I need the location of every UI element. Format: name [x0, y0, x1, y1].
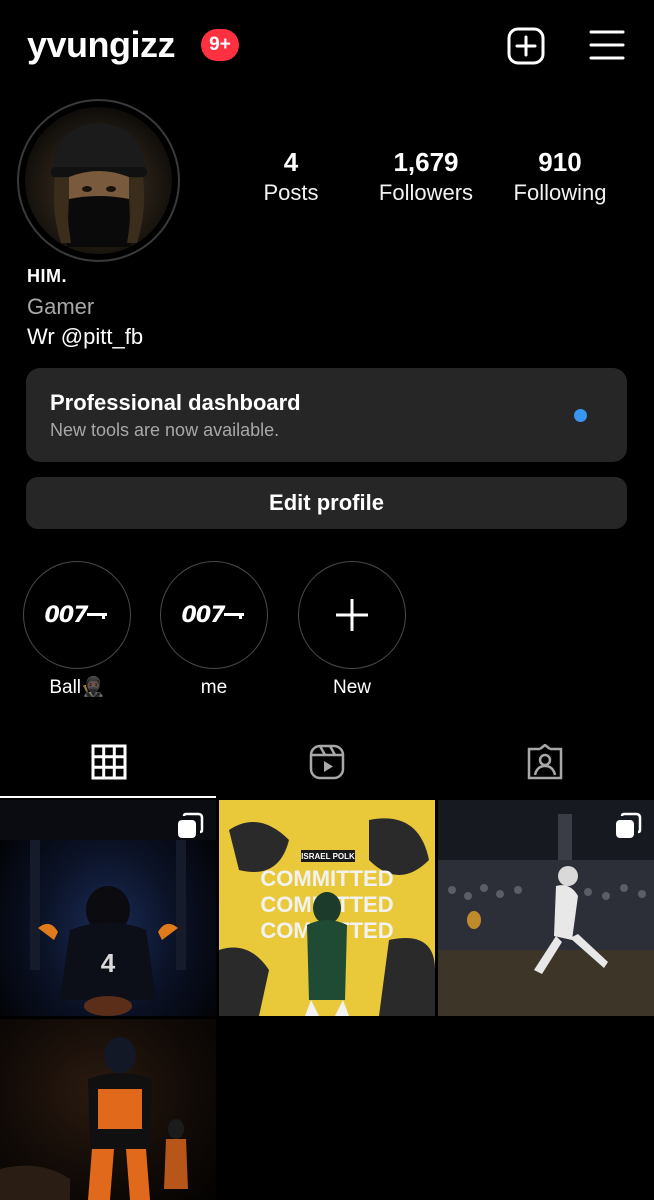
carousel-icon — [616, 812, 642, 838]
profile-photo — [51, 123, 147, 247]
post-thumbnail[interactable]: ISRAEL POLK COMMITTED COMMITTED COMMITTE… — [219, 800, 435, 1016]
username[interactable]: yvungizz — [27, 24, 176, 66]
profile-name: HIM. — [27, 266, 67, 286]
post-image — [0, 1037, 188, 1200]
professional-dashboard-card[interactable]: Professional dashboard New tools are now… — [26, 368, 627, 462]
post-image: ISRAEL POLK COMMITTED COMMITTED COMMITTE… — [219, 800, 435, 1016]
highlight-cover: 007 — [23, 561, 131, 669]
highlight-ball[interactable]: 007 Ball🥷🏿 — [23, 561, 131, 701]
highlight-label: me — [200, 677, 228, 698]
followers-count-label: Followers — [378, 180, 474, 205]
new-indicator-dot — [574, 409, 587, 422]
posts-count-label: Posts — [263, 180, 319, 205]
profile-header: yvungizz 9+ — [0, 0, 654, 92]
tab-tagged[interactable] — [436, 730, 654, 798]
followers-count[interactable]: 1,679 Followers — [351, 146, 501, 208]
jersey-number: 4 — [101, 948, 116, 978]
post-overlay-text: COMMITTED — [260, 866, 393, 891]
gun-barrel-icon — [87, 613, 108, 619]
plus-square-icon[interactable] — [507, 27, 545, 65]
post-overlay-title: ISRAEL POLK — [301, 852, 355, 861]
post-thumbnail[interactable] — [438, 800, 654, 1016]
tagged-icon — [527, 744, 563, 780]
grid-icon — [91, 744, 127, 780]
avatar[interactable] — [25, 107, 172, 254]
highlight-me[interactable]: 007 me — [160, 561, 268, 701]
profile-bio[interactable]: Wr @pitt_fb — [27, 324, 143, 350]
active-tab-indicator — [0, 796, 216, 798]
post-thumbnail[interactable]: 4 — [0, 800, 216, 1016]
gun-barrel-icon — [224, 613, 245, 619]
highlight-label: New — [332, 677, 371, 698]
edit-profile-button[interactable]: Edit profile — [26, 477, 627, 529]
reels-icon — [309, 744, 345, 780]
dashboard-title: Professional dashboard — [50, 390, 301, 415]
profile-tabs — [0, 730, 654, 798]
highlight-cover-text: 007 — [44, 602, 89, 628]
highlight-label: Ball🥷🏿 — [49, 677, 105, 698]
following-count[interactable]: 910 Following — [485, 146, 635, 208]
plus-icon — [336, 599, 368, 631]
new-highlight-button[interactable]: New — [298, 561, 406, 701]
dashboard-subtitle: New tools are now available. — [50, 420, 280, 440]
highlight-cover: 007 — [160, 561, 268, 669]
carousel-icon — [178, 812, 204, 838]
profile-category: Gamer — [27, 294, 95, 319]
notification-badge[interactable]: 9+ — [201, 29, 239, 61]
post-thumbnail[interactable] — [0, 1019, 216, 1200]
following-count-value: 910 — [538, 147, 582, 177]
posts-count[interactable]: 4 Posts — [216, 146, 366, 208]
following-count-label: Following — [513, 180, 607, 205]
highlight-cover — [298, 561, 406, 669]
posts-count-value: 4 — [283, 147, 299, 177]
followers-count-value: 1,679 — [393, 147, 459, 177]
highlight-cover-text: 007 — [181, 602, 226, 628]
hamburger-menu-icon[interactable] — [589, 28, 625, 62]
tab-posts-grid[interactable] — [0, 730, 218, 798]
tab-reels[interactable] — [218, 730, 436, 798]
